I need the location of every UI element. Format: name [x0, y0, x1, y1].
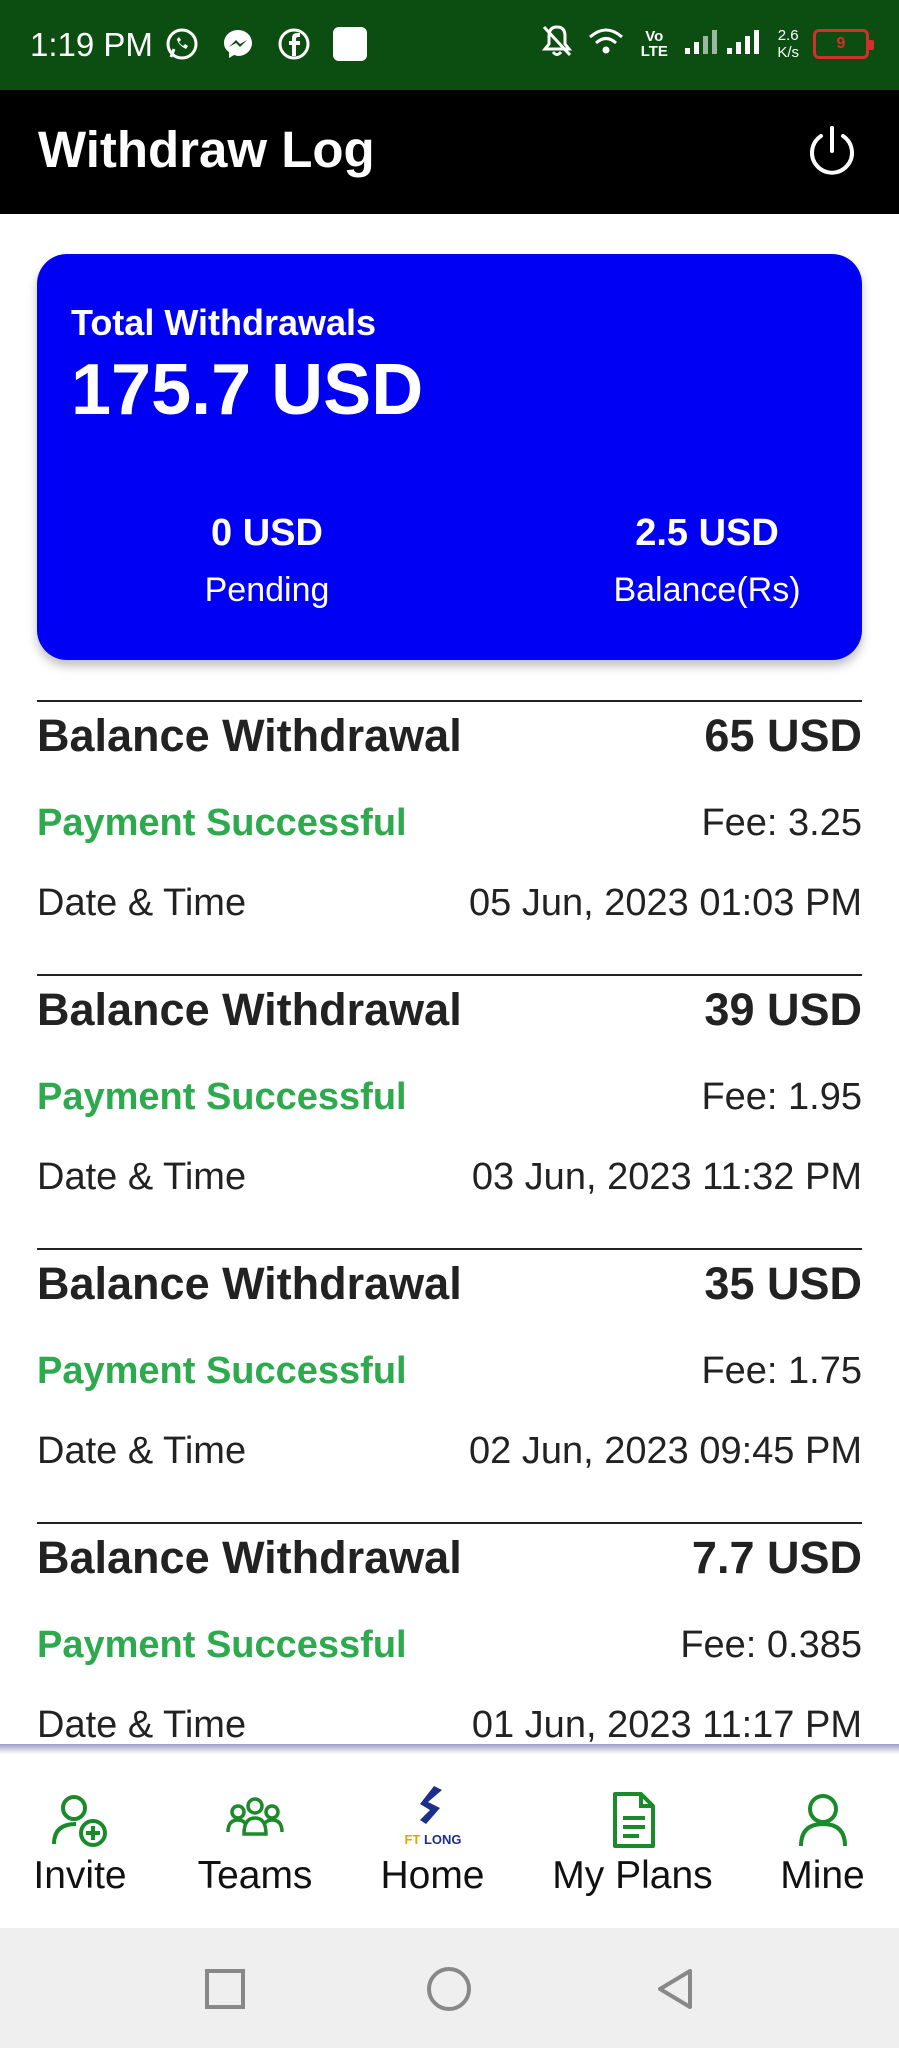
power-icon — [810, 126, 854, 175]
back-triangle-icon — [658, 1969, 692, 2009]
withdrawal-log-item: Balance Withdrawal 35 USD Payment Success… — [37, 1248, 862, 1522]
withdrawal-datetime: 03 Jun, 2023 11:32 PM — [471, 1156, 862, 1198]
whatsapp-icon — [164, 26, 200, 62]
network-type: Vo LTE — [640, 27, 668, 60]
facebook-icon — [276, 26, 312, 62]
recent-apps-button[interactable] — [202, 1966, 248, 2012]
teams-icon — [226, 1797, 284, 1836]
withdrawal-status: Payment Successful — [37, 1350, 407, 1392]
withdrawal-amount: 35 USD — [704, 1258, 862, 1309]
withdrawal-status: Payment Successful — [37, 802, 407, 844]
nav-label: My Plans — [552, 1854, 713, 1897]
withdrawal-datetime: 02 Jun, 2023 09:45 PM — [469, 1430, 862, 1472]
battery-icon: 9 — [813, 28, 874, 59]
withdrawal-fee: Fee: 0.385 — [680, 1624, 862, 1666]
nav-my-plans[interactable]: My Plans — [545, 1756, 720, 1928]
withdrawal-log-item: Balance Withdrawal 7.7 USD Payment Succes… — [37, 1522, 862, 1744]
datetime-label: Date & Time — [37, 882, 247, 924]
battery-level: 9 — [836, 34, 846, 52]
withdrawal-fee: Fee: 1.75 — [701, 1350, 862, 1392]
bottom-nav: Invite Teams FT LONG Home My Plans Mine — [0, 1756, 899, 1928]
pending-label: Pending — [204, 571, 330, 609]
withdrawal-status: Payment Successful — [37, 1624, 407, 1666]
total-withdrawals-label: Total Withdrawals — [71, 302, 377, 343]
speed-value: 2.6 — [777, 26, 799, 44]
system-nav-bar — [0, 1928, 899, 2048]
bottom-nav-shadow — [0, 1744, 899, 1754]
withdrawal-status: Payment Successful — [37, 1076, 407, 1118]
withdrawal-title: Balance Withdrawal — [37, 1258, 462, 1309]
nav-home[interactable]: FT LONG Home — [370, 1756, 495, 1928]
withdrawal-fee: Fee: 1.95 — [701, 1076, 862, 1118]
withdrawal-title: Balance Withdrawal — [37, 710, 462, 761]
app-bar: Withdraw Log — [0, 90, 899, 214]
withdrawal-amount: 65 USD — [704, 710, 862, 761]
status-right: Vo LTE 2.6 K/s 9 — [541, 24, 874, 63]
square-notification-icon — [332, 26, 368, 62]
add-user-icon — [52, 1795, 107, 1847]
square-icon — [205, 1969, 245, 2009]
nav-mine[interactable]: Mine — [770, 1756, 875, 1928]
messenger-icon — [220, 26, 256, 62]
withdrawal-title: Balance Withdrawal — [37, 1532, 462, 1583]
logo-text: FT LONG — [404, 1832, 461, 1847]
status-bar: 1:19 PM Vo LTE 2.6 K/s 9 — [0, 0, 899, 90]
withdrawal-amount: 7.7 USD — [691, 1532, 862, 1583]
nav-label: Mine — [780, 1854, 865, 1897]
balance-label: Balance(Rs) — [613, 571, 801, 609]
document-icon — [612, 1792, 655, 1848]
mute-icon — [541, 24, 573, 63]
withdrawal-datetime: 05 Jun, 2023 01:03 PM — [469, 882, 862, 924]
balance-stat: 2.5 USD Balance(Rs) — [557, 512, 857, 610]
signal-icon — [683, 26, 763, 61]
pending-value: 0 USD — [211, 512, 323, 554]
wifi-icon — [587, 25, 625, 62]
balance-value: 2.5 USD — [635, 512, 779, 554]
status-app-icons — [164, 26, 368, 62]
withdrawal-log-item: Balance Withdrawal 39 USD Payment Success… — [37, 974, 862, 1248]
withdrawal-datetime: 01 Jun, 2023 11:17 PM — [471, 1704, 862, 1744]
status-time: 1:19 PM — [30, 26, 153, 63]
withdrawal-fee: Fee: 3.25 — [701, 802, 862, 844]
nav-label: Home — [380, 1854, 485, 1897]
nav-label: Invite — [33, 1854, 127, 1897]
datetime-label: Date & Time — [37, 1704, 247, 1744]
page-title: Withdraw Log — [38, 121, 375, 178]
withdrawal-log-item: Balance Withdrawal 65 USD Payment Success… — [37, 700, 862, 974]
ftlong-logo-icon: FT LONG — [404, 1786, 461, 1847]
home-button[interactable] — [426, 1966, 472, 2012]
circle-icon — [427, 1967, 471, 2011]
pending-stat: 0 USD Pending — [117, 512, 417, 610]
nav-teams[interactable]: Teams — [190, 1756, 320, 1928]
back-button[interactable] — [652, 1966, 698, 2012]
user-icon — [798, 1794, 847, 1847]
speed-unit: K/s — [777, 43, 799, 61]
power-button[interactable] — [803, 123, 861, 181]
datetime-label: Date & Time — [37, 1156, 247, 1198]
withdrawal-summary-card: Total Withdrawals 175.7 USD 0 USD Pendin… — [37, 254, 862, 660]
network-speed: 2.6 K/s — [777, 27, 799, 61]
withdrawal-title: Balance Withdrawal — [37, 984, 462, 1035]
total-withdrawals-value: 175.7 USD — [71, 350, 424, 430]
datetime-label: Date & Time — [37, 1430, 247, 1472]
nav-label: Teams — [197, 1854, 313, 1897]
withdrawal-amount: 39 USD — [704, 984, 862, 1035]
nav-invite[interactable]: Invite — [20, 1756, 140, 1928]
